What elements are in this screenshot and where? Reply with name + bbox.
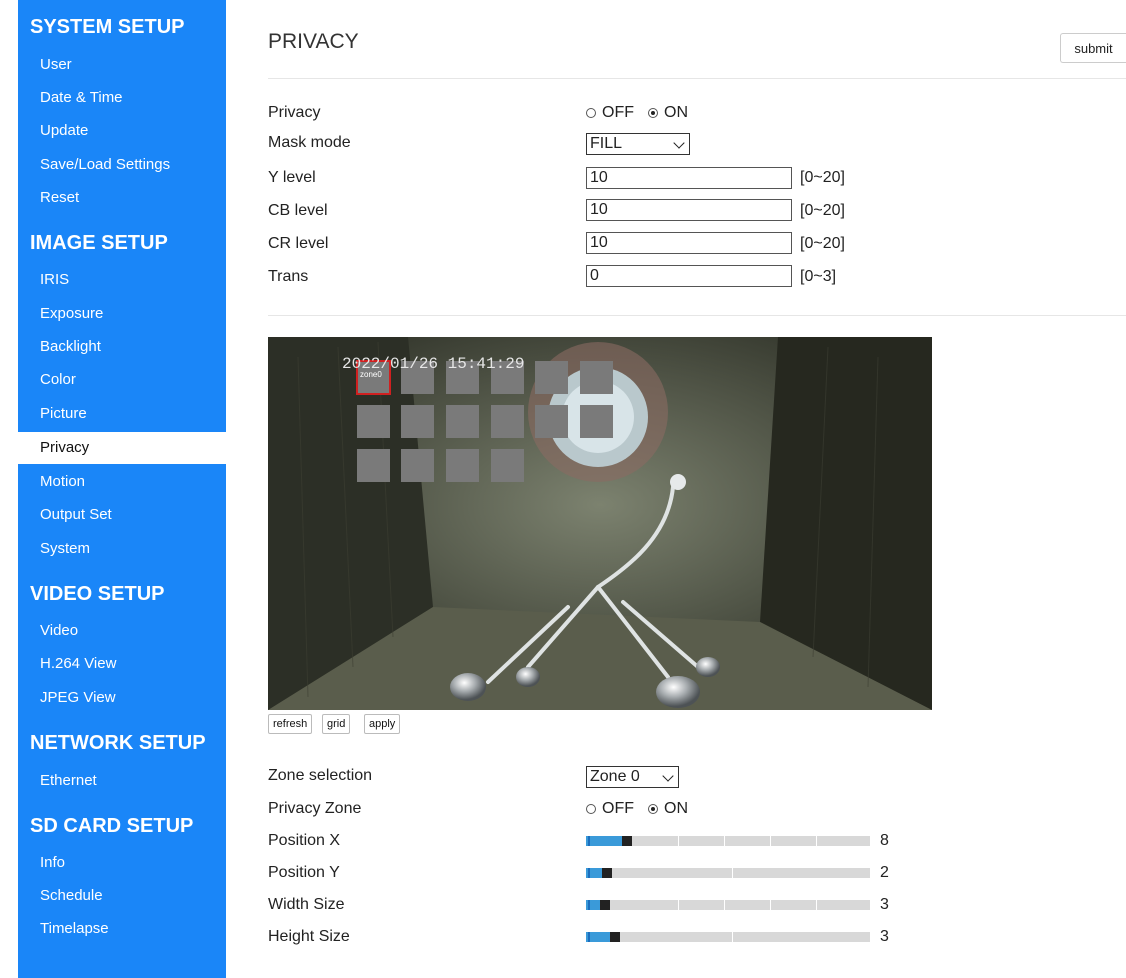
privacy-zone-off-label: OFF xyxy=(602,800,634,817)
cr-level-range: [0~20] xyxy=(800,235,845,252)
zone-selection-label: Zone selection xyxy=(268,767,373,784)
refresh-button[interactable]: refresh xyxy=(268,714,313,734)
sidebar-item-ethernet[interactable]: Ethernet xyxy=(18,765,226,797)
position-y-handle[interactable] xyxy=(602,868,612,878)
sidebar-item-output-set[interactable]: Output Set xyxy=(18,499,226,531)
sidebar-item-update[interactable]: Update xyxy=(18,115,226,147)
sidebar-item-exposure[interactable]: Exposure xyxy=(18,298,226,330)
mask-mode-value: FILL xyxy=(590,135,623,152)
page-title: PRIVACY xyxy=(268,30,359,53)
privacy-zone-off-radio[interactable] xyxy=(586,804,596,814)
height-size-slider[interactable] xyxy=(586,932,870,942)
position-x-handle[interactable] xyxy=(622,836,632,846)
section-title-sd-card-setup: SD CARD SETUP xyxy=(30,815,194,837)
privacy-label: Privacy xyxy=(268,104,321,121)
y-level-range: [0~20] xyxy=(800,169,845,186)
trans-range: [0~3] xyxy=(800,268,837,285)
y-level-label: Y level xyxy=(268,169,316,186)
privacy-on-label: ON xyxy=(664,104,688,121)
position-x-slider[interactable] xyxy=(586,836,870,846)
sidebar-item-privacy[interactable]: Privacy xyxy=(18,432,226,464)
sidebar-item-reset[interactable]: Reset xyxy=(18,182,226,214)
privacy-on-radio[interactable] xyxy=(648,108,658,118)
y-level-input[interactable] xyxy=(586,167,792,189)
sidebar-item-system[interactable]: System xyxy=(18,533,226,565)
zone-selection-select[interactable]: Zone 0 xyxy=(586,766,679,788)
privacy-radio-group: OFF ON xyxy=(586,104,702,122)
section-title-video-setup: VIDEO SETUP xyxy=(30,583,165,605)
sidebar-item-date-time[interactable]: Date & Time xyxy=(18,82,226,114)
sidebar-item-backlight[interactable]: Backlight xyxy=(18,331,226,363)
divider xyxy=(268,78,1126,79)
sidebar-item-user[interactable]: User xyxy=(18,49,226,81)
sidebar-item-h264-view[interactable]: H.264 View xyxy=(18,648,226,680)
position-y-slider[interactable] xyxy=(586,868,870,878)
sidebar-item-timelapse[interactable]: Timelapse xyxy=(18,913,226,945)
sidebar-item-save-load-settings[interactable]: Save/Load Settings xyxy=(18,149,226,181)
mask-mode-label: Mask mode xyxy=(268,134,351,151)
video-preview[interactable]: 2022/01/26 15:41:29 zone0 xyxy=(268,337,932,710)
position-y-value: 2 xyxy=(880,864,889,881)
privacy-zone-on-radio[interactable] xyxy=(648,804,658,814)
submit-button[interactable]: submit xyxy=(1060,33,1126,63)
cr-level-label: CR level xyxy=(268,235,329,252)
width-size-value: 3 xyxy=(880,896,889,913)
apply-button[interactable]: apply xyxy=(364,714,401,734)
position-x-label: Position X xyxy=(268,832,341,849)
sidebar-item-info[interactable]: Info xyxy=(18,847,226,879)
height-size-value: 3 xyxy=(880,928,889,945)
cb-level-label: CB level xyxy=(268,202,328,219)
section-title-image-setup: IMAGE SETUP xyxy=(30,232,168,254)
sidebar-item-jpeg-view[interactable]: JPEG View xyxy=(18,682,226,714)
privacy-zone-on-label: ON xyxy=(664,800,688,817)
privacy-zone-radio-group: OFF ON xyxy=(586,800,702,818)
section-title-network-setup: NETWORK SETUP xyxy=(30,732,206,754)
height-size-label: Height Size xyxy=(268,928,350,945)
position-y-label: Position Y xyxy=(268,864,340,881)
zone-label: zone0 xyxy=(360,370,382,379)
main-content: PRIVACY submit Privacy OFF ON Mask mode … xyxy=(268,0,1126,978)
trans-input[interactable] xyxy=(586,265,792,287)
privacy-off-radio[interactable] xyxy=(586,108,596,118)
mask-mode-select[interactable]: FILL xyxy=(586,133,690,155)
camera-image: 2022/01/26 15:41:29 zone0 xyxy=(268,337,932,710)
sidebar-item-iris[interactable]: IRIS xyxy=(18,264,226,296)
sidebar-item-video[interactable]: Video xyxy=(18,615,226,647)
sidebar-item-schedule[interactable]: Schedule xyxy=(18,880,226,912)
cr-level-input[interactable] xyxy=(586,232,792,254)
chevron-down-icon xyxy=(662,770,674,782)
section-title-system-setup: SYSTEM SETUP xyxy=(30,16,185,38)
sidebar-item-picture[interactable]: Picture xyxy=(18,398,226,430)
grid-button[interactable]: grid xyxy=(322,714,351,734)
sidebar: SYSTEM SETUP User Date & Time Update Sav… xyxy=(18,0,226,978)
position-x-value: 8 xyxy=(880,832,889,849)
privacy-off-label: OFF xyxy=(602,104,634,121)
width-size-slider[interactable] xyxy=(586,900,870,910)
sidebar-item-color[interactable]: Color xyxy=(18,364,226,396)
cb-level-range: [0~20] xyxy=(800,202,845,219)
divider xyxy=(268,315,1126,316)
width-size-handle[interactable] xyxy=(600,900,610,910)
zone-selection-value: Zone 0 xyxy=(590,768,640,785)
sidebar-item-motion[interactable]: Motion xyxy=(18,466,226,498)
chevron-down-icon xyxy=(673,137,685,149)
cb-level-input[interactable] xyxy=(586,199,792,221)
trans-label: Trans xyxy=(268,268,309,285)
width-size-label: Width Size xyxy=(268,896,345,913)
height-size-handle[interactable] xyxy=(610,932,620,942)
privacy-zone-label: Privacy Zone xyxy=(268,800,362,817)
